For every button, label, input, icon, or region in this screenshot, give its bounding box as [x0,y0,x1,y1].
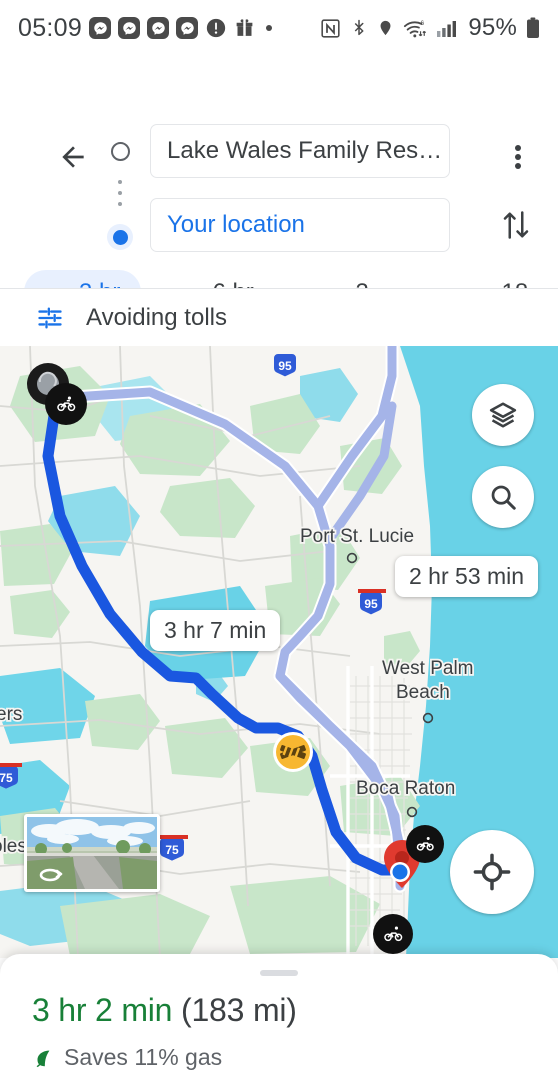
svg-text:75: 75 [0,771,13,785]
origin-input[interactable]: Your location [150,198,450,252]
waypoint-indicator-column [107,134,133,256]
map-canvas[interactable]: 95 95 75 75 Port St. Lucie West Palm Bea… [0,346,558,958]
destination-ring-icon [110,142,130,161]
gas-savings-row: Saves 11% gas [32,1044,222,1071]
map-search-button[interactable] [472,466,534,528]
railroad-crossing-marker [273,732,313,772]
route-options-icon [36,304,64,332]
status-bar-clock: 05:09 [18,13,83,42]
route-options-label: Avoiding tolls [86,303,227,331]
swap-endpoints-button[interactable] [494,200,538,250]
messenger-icon [118,17,141,39]
more-options-button[interactable] [496,134,540,180]
status-bar-left: 05:09 [18,13,273,43]
map-layers-button[interactable] [472,384,534,446]
gas-savings-label: Saves 11% gas [64,1044,223,1070]
street-view-thumbnail[interactable] [24,814,160,892]
dot-icon [266,25,273,31]
map-label-oles: oles [0,836,27,857]
alt-route-chip-2-label: 2 hr 53 min [409,563,525,589]
route-summary-sheet[interactable]: 3 hr 2 min (183 mi) Saves 11% gas [0,954,558,1080]
map-label-west-palm: West Palm [382,658,474,679]
back-arrow-icon [62,146,84,168]
swap-vertical-icon [503,211,529,239]
status-bar-right: 6 95% [320,14,540,42]
alert-circle-icon [205,17,227,39]
location-icon [377,17,394,39]
svg-text:95: 95 [278,359,292,373]
waypoint-dots [118,161,122,224]
gift-icon [234,17,255,39]
origin-value: Your location [167,211,305,238]
battery-full-icon [526,17,540,39]
more-vertical-icon [515,142,521,172]
maps-directions-screen: 05:09 6 95% Lake Wales Family Res… Your … [0,0,558,1080]
directions-header: Lake Wales Family Res… Your location 3 h… [0,56,558,344]
destination-bicycle-marker [406,825,444,863]
destination-bicycle-marker-2 [373,914,413,954]
map-label-boca-raton: Boca Raton [356,778,455,799]
street-view-image [27,817,157,889]
route-distance: (183 mi) [181,992,297,1028]
my-location-icon [473,853,511,891]
wifi-icon: 6 [403,18,427,39]
my-location-button[interactable] [450,830,534,914]
origin-dot-icon [107,224,133,250]
battery-percent-label: 95% [468,14,517,41]
origin-bicycle-marker [45,383,87,425]
route-duration: 3 hr 2 min [32,992,173,1028]
layers-icon [489,402,517,428]
alt-route-chip-1[interactable]: 3 hr 7 min [150,610,281,651]
messenger-icon [147,17,170,39]
destination-value: Lake Wales Family Res… [167,137,443,164]
svg-text:95: 95 [364,597,378,611]
map-label-ers: ers [0,704,22,725]
bluetooth-icon [350,17,368,39]
destination-input[interactable]: Lake Wales Family Res… [150,124,450,178]
status-bar: 05:09 6 95% [0,0,558,56]
current-location-dot [392,864,408,880]
back-button[interactable] [52,136,94,178]
map-label-port-st-lucie: Port St. Lucie [300,526,414,547]
signal-icon [436,18,458,39]
search-icon [491,485,516,510]
alt-route-chip-1-label: 3 hr 7 min [164,617,267,643]
svg-text:6: 6 [421,19,425,26]
svg-text:75: 75 [165,843,179,857]
route-options-bar[interactable]: Avoiding tolls [0,289,558,346]
messenger-icon [89,17,112,39]
alt-route-chip-2[interactable]: 2 hr 53 min [395,556,539,597]
messenger-icon [176,17,199,39]
eco-leaf-icon [36,1050,50,1067]
sheet-grabber[interactable] [260,970,298,976]
map-label-beach: Beach [396,682,450,703]
route-eta: 3 hr 2 min (183 mi) [32,992,297,1029]
nfc-icon [320,18,341,39]
